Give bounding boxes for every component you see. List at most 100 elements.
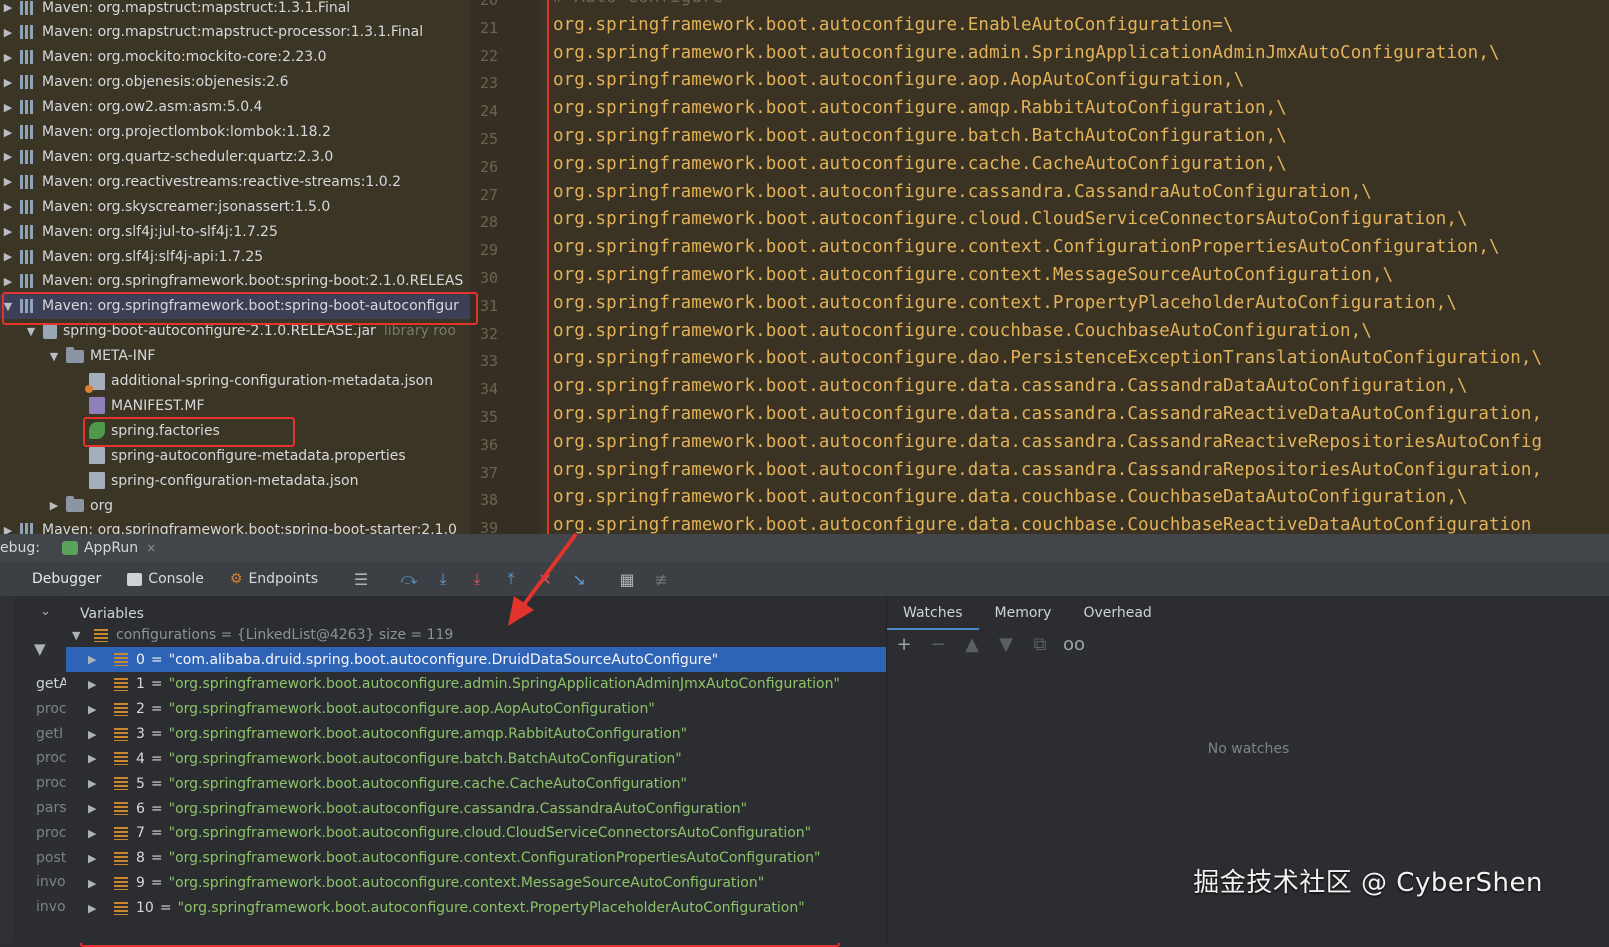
code-line[interactable]: org.springframework.boot.autoconfigure.d…	[553, 487, 1468, 507]
chevron-right-icon[interactable]: ▶	[88, 777, 102, 790]
tree-item[interactable]: ▶ Maven: org.reactivestreams:reactive-str…	[0, 169, 470, 194]
chevron-right-icon[interactable]: ▶	[88, 678, 102, 691]
variable-row[interactable]: ▶ 0 = "com.alibaba.druid.spring.boot.autoco…	[66, 647, 886, 672]
tree-item[interactable]: ▶ Maven: org.ow2.asm:asm:5.0.4	[0, 95, 470, 120]
variable-row[interactable]: ▶ 5 = "org.springframework.boot.autoconfigu…	[66, 771, 886, 796]
variable-row[interactable]: ▶ 4 = "org.springframework.boot.autoconfigu…	[66, 746, 886, 771]
chevron-right-icon[interactable]: ▶	[88, 752, 102, 765]
code-line[interactable]: org.springframework.boot.autoconfigure.E…	[553, 15, 1234, 35]
code-line[interactable]: # Auto Configure	[553, 0, 723, 7]
frame-item[interactable]: proc	[36, 775, 66, 791]
code-line[interactable]: org.springframework.boot.autoconfigure.d…	[553, 460, 1542, 480]
code-line[interactable]: org.springframework.boot.autoconfigure.a…	[553, 43, 1500, 63]
chevron-right-icon[interactable]: ▶	[88, 703, 102, 716]
chevron-right-icon[interactable]: ▶	[48, 499, 60, 512]
chevron-down-icon[interactable]: ▼	[2, 300, 14, 313]
tree-item[interactable]: ▶ Maven: org.springframework.boot:spring-…	[0, 269, 470, 294]
filter-icon[interactable]: ▼	[34, 640, 46, 658]
move-down-icon[interactable]: ▼	[989, 634, 1023, 655]
chevron-right-icon[interactable]: ▶	[88, 728, 102, 741]
frame-item[interactable]: getA	[36, 676, 66, 692]
chevron-right-icon[interactable]: ▶	[2, 225, 14, 238]
tree-item[interactable]: ▶ Maven: org.objenesis:objenesis:2.6	[0, 70, 470, 95]
frame-item[interactable]: proc	[36, 825, 66, 841]
tab-overhead[interactable]: Overhead	[1067, 596, 1167, 630]
threads-menu-icon[interactable]: ☰	[350, 568, 372, 590]
chevron-right-icon[interactable]: ▶	[2, 126, 14, 139]
chevron-down-icon[interactable]: ▼	[48, 350, 60, 363]
code-line[interactable]: org.springframework.boot.autoconfigure.a…	[553, 70, 1244, 90]
tab-memory[interactable]: Memory	[979, 596, 1068, 630]
chevron-right-icon[interactable]: ▶	[2, 76, 14, 89]
code-line[interactable]: org.springframework.boot.autoconfigure.c…	[553, 182, 1372, 202]
frame-item[interactable]: proc	[36, 701, 66, 717]
code-line[interactable]: org.springframework.boot.autoconfigure.d…	[553, 348, 1542, 368]
code-line[interactable]: org.springframework.boot.autoconfigure.c…	[553, 237, 1500, 257]
tree-item[interactable]: ▶ Maven: org.skyscreamer:jsonassert:1.5.0	[0, 194, 470, 219]
chevron-right-icon[interactable]: ▶	[2, 175, 14, 188]
tree-item[interactable]: ▼ Maven: org.springframework.boot:spring-…	[0, 293, 470, 319]
code-editor[interactable]: # Auto Configure org.springframework.boot…	[540, 0, 1609, 544]
code-line[interactable]: org.springframework.boot.autoconfigure.b…	[553, 126, 1287, 146]
tree-item[interactable]: ▼ spring-boot-autoconfigure-2.1.0.RELEASE…	[0, 319, 470, 344]
chevron-right-icon[interactable]: ▶	[88, 852, 102, 865]
code-line[interactable]: org.springframework.boot.autoconfigure.d…	[553, 515, 1532, 535]
frame-item[interactable]: proc	[36, 750, 66, 766]
frame-item[interactable]: getI	[36, 726, 63, 742]
tab-apprun[interactable]: AppRun ×	[61, 540, 156, 556]
code-line[interactable]: org.springframework.boot.autoconfigure.d…	[553, 432, 1542, 452]
frame-item[interactable]: post	[36, 850, 66, 866]
force-step-into-icon[interactable]: ⤓	[466, 568, 488, 590]
frame-item[interactable]: invo	[36, 874, 66, 890]
variable-row[interactable]: ▶ 7 = "org.springframework.boot.autoconfigu…	[66, 821, 886, 846]
tree-item[interactable]: ▶ Maven: org.slf4j:slf4j-api:1.7.25	[0, 244, 470, 269]
variable-row[interactable]: ▶ 10 = "org.springframework.boot.autoconfig…	[66, 896, 886, 921]
variable-row[interactable]: ▶ 1 = "org.springframework.boot.autoconfigu…	[66, 672, 886, 697]
chevron-right-icon[interactable]: ▶	[88, 802, 102, 815]
chevron-right-icon[interactable]: ▶	[2, 200, 14, 213]
duplicate-icon[interactable]: ⧉	[1023, 634, 1057, 655]
move-up-icon[interactable]: ▲	[955, 634, 989, 655]
step-over-icon[interactable]: ⤼	[398, 568, 420, 590]
frame-item[interactable]: invo	[36, 899, 66, 915]
tree-item[interactable]: ▼ META-INF	[0, 344, 470, 369]
frame-item[interactable]: pars	[36, 800, 66, 816]
variables-head-row[interactable]: ▼ configurations = {LinkedList@4263} siz…	[66, 624, 886, 646]
code-line[interactable]: org.springframework.boot.autoconfigure.a…	[553, 98, 1287, 118]
remove-watch-icon[interactable]: −	[921, 634, 955, 655]
tree-item[interactable]: ▶ Maven: org.mapstruct:mapstruct-processo…	[0, 20, 470, 45]
code-line[interactable]: org.springframework.boot.autoconfigure.c…	[553, 265, 1393, 285]
tree-item[interactable]: ▶ Maven: org.mapstruct:mapstruct:1.3.1.Fi…	[0, 0, 470, 20]
chevron-right-icon[interactable]: ▶	[2, 101, 14, 114]
variable-row[interactable]: ▶ 2 = "org.springframework.boot.autoconfigu…	[66, 697, 886, 722]
code-line[interactable]: org.springframework.boot.autoconfigure.c…	[553, 293, 1457, 313]
chevron-right-icon[interactable]: ▶	[2, 51, 14, 64]
step-into-icon[interactable]: ⤓	[432, 568, 454, 590]
close-icon[interactable]: ×	[146, 541, 156, 555]
trace-stream-icon[interactable]: ≢	[650, 568, 672, 590]
tab-debugger[interactable]: Debugger	[32, 571, 101, 587]
chevron-right-icon[interactable]: ▶	[2, 26, 14, 39]
tree-item[interactable]: additional-spring-configuration-metadata…	[0, 369, 470, 394]
tree-item[interactable]: ▶ Maven: org.slf4j:jul-to-slf4j:1.7.25	[0, 219, 470, 244]
tree-item[interactable]: spring-configuration-metadata.json	[0, 468, 470, 493]
tree-item[interactable]: ▶ org	[0, 493, 470, 518]
chevron-right-icon[interactable]: ▶	[2, 1, 14, 14]
tree-item[interactable]: ▶ Maven: org.mockito:mockito-core:2.23.0	[0, 45, 470, 70]
variable-row[interactable]: ▶ 8 = "org.springframework.boot.autoconfigu…	[66, 846, 886, 871]
chevron-right-icon[interactable]: ▶	[2, 250, 14, 263]
chevron-right-icon[interactable]: ▶	[88, 877, 102, 890]
chevron-right-icon[interactable]: ▶	[88, 653, 102, 666]
chevron-down-icon[interactable]: ⌄	[40, 604, 51, 619]
tab-watches[interactable]: Watches	[887, 596, 979, 630]
variable-row[interactable]: ▶ 6 = "org.springframework.boot.autoconfigu…	[66, 796, 886, 821]
code-line[interactable]: org.springframework.boot.autoconfigure.c…	[553, 209, 1468, 229]
evaluate-expression-icon[interactable]: ▦	[616, 568, 638, 590]
code-line[interactable]: org.springframework.boot.autoconfigure.c…	[553, 154, 1287, 174]
tree-item[interactable]: spring-autoconfigure-metadata.properties	[0, 443, 470, 468]
chevron-right-icon[interactable]: ▶	[88, 902, 102, 915]
chevron-down-icon[interactable]: ▼	[25, 325, 37, 338]
tab-console[interactable]: Console	[127, 571, 204, 587]
tree-item[interactable]: ▶ Maven: org.projectlombok:lombok:1.18.2	[0, 120, 470, 145]
glasses-icon[interactable]: oo	[1057, 634, 1091, 655]
